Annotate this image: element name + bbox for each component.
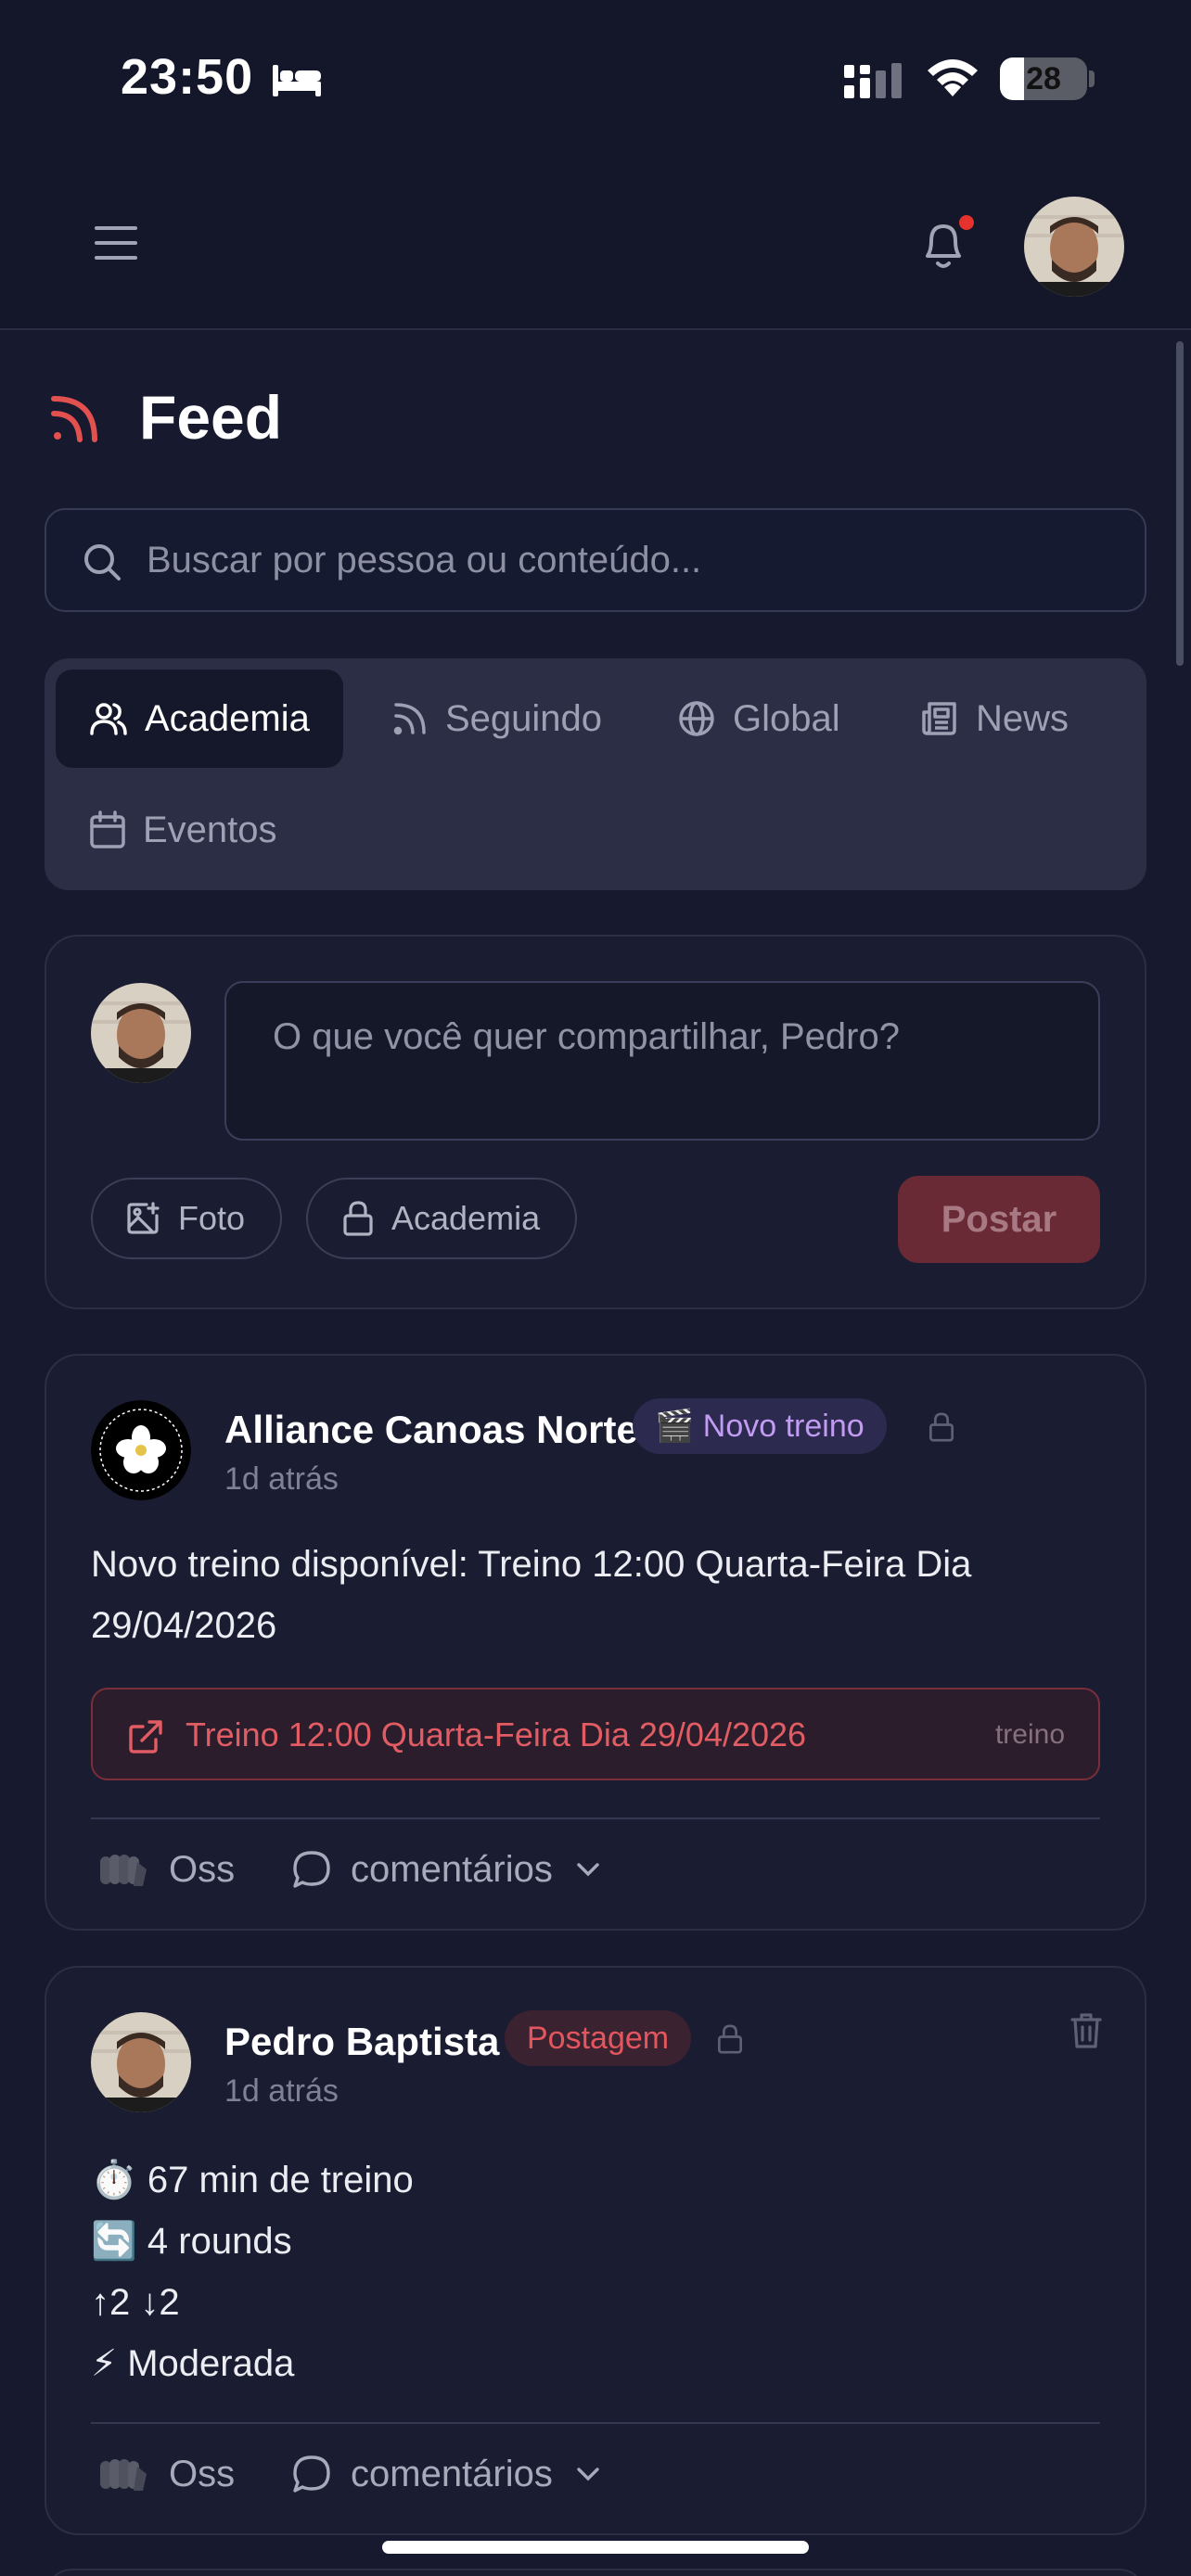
gym-logo-avatar[interactable] [91,1400,191,1500]
photo-label: Foto [178,1199,246,1237]
tab-global[interactable]: Global [677,670,840,768]
fist-icon [96,1849,150,1890]
chevron-down-icon [575,1861,601,1878]
comments-label: comentários [351,2453,553,2494]
app-header [0,148,1191,330]
search-input[interactable] [147,510,1111,610]
calendar-icon [89,810,126,849]
add-photo-button[interactable]: Foto [91,1178,283,1259]
oss-label: Oss [169,1848,236,1890]
menu-icon[interactable] [93,224,139,261]
rss-feed-icon [48,393,100,445]
oss-label: Oss [169,2453,236,2494]
page-scrollbar[interactable] [1176,341,1184,666]
globe-icon [677,699,716,738]
search-icon [82,542,122,582]
post-text-line: 🔄 4 rounds [91,2221,292,2262]
lock-icon [341,1200,375,1237]
tab-label: Eventos [143,809,277,850]
user-avatar[interactable] [1024,197,1124,297]
composer-avatar [91,983,191,1083]
comment-icon [291,2454,332,2494]
users-icon [89,699,128,738]
post-card: Alliance Canoas Norte 🎬 Novo treino 1d a… [45,1354,1146,1931]
delete-trash-icon[interactable] [1070,2012,1102,2049]
post-text-line: ↑2 ↓2 [91,2282,180,2323]
lock-icon [928,1411,955,1443]
post-text-line: ⚡ Moderada [91,2343,295,2384]
post-time: 1d atrás [224,1461,339,1497]
comments-button[interactable]: comentários [291,1836,601,1903]
post-author[interactable]: Alliance Canoas Norte [224,1408,638,1452]
divider [91,1817,1100,1819]
battery-cap [1089,70,1095,87]
home-indicator[interactable] [382,2541,809,2554]
visibility-selector[interactable]: Academia [306,1178,578,1259]
image-plus-icon [126,1201,161,1236]
tab-label: Academia [145,697,310,739]
status-bar: 23:50 28 [0,0,1191,148]
wifi-icon [924,57,981,98]
post-card: Pedro Baptista Postagem 1d atrás ⏱️ 67 m… [45,1966,1146,2535]
fist-icon [96,2454,150,2494]
comment-icon [291,1849,332,1890]
tab-eventos[interactable]: Eventos [89,781,277,879]
rss-icon [391,700,429,737]
visibility-label: Academia [391,1199,541,1237]
post-composer: Foto Academia Postar [45,935,1146,1309]
divider [91,2422,1100,2424]
comments-label: comentários [351,1848,553,1890]
oss-reaction-button[interactable]: Oss [96,2441,235,2507]
link-tag: treino [994,1719,1065,1750]
composer-textarea[interactable] [224,981,1100,1141]
author-avatar[interactable] [91,2012,191,2112]
external-link-icon [128,1719,163,1754]
feed-tabs: Academia Seguindo Global News Eventos [45,658,1146,890]
sleep-focus-icon [271,61,323,98]
page-title: Feed [139,383,283,452]
search-bar[interactable] [45,508,1146,612]
treino-link[interactable]: Treino 12:00 Quarta-Feira Dia 29/04/2026… [91,1688,1100,1780]
newspaper-icon [920,699,959,738]
chevron-down-icon [575,2466,601,2482]
cellular-signal-icon [842,61,907,100]
post-text: Novo treino disponível: Treino 12:00 Qua… [91,1534,971,1656]
comments-button[interactable]: comentários [291,2441,601,2507]
tab-label: Seguindo [445,697,603,739]
battery-indicator: 28 [1000,57,1087,100]
post-author[interactable]: Pedro Baptista [224,2020,499,2064]
tab-news[interactable]: News [920,670,1069,768]
tab-label: Global [733,697,840,739]
tab-seguindo[interactable]: Seguindo [391,670,602,768]
post-text-line: Novo treino disponível: Treino 12:00 Qua… [91,1544,972,1585]
lock-icon [716,2023,744,2055]
post-button[interactable]: Postar [898,1176,1100,1263]
oss-reaction-button[interactable]: Oss [96,1836,235,1903]
next-post-card-peek [45,2569,1146,2576]
battery-percent: 28 [1026,61,1061,96]
link-title: Treino 12:00 Quarta-Feira Dia 29/04/2026 [186,1715,807,1753]
post-text-line: 29/04/2026 [91,1605,277,1646]
post-type-badge: 🎬 Novo treino [633,1398,887,1454]
status-time: 23:50 [121,49,254,105]
notification-dot [959,215,974,230]
post-text: ⏱️ 67 min de treino 🔄 4 rounds ↑2 ↓2 ⚡ M… [91,2149,414,2394]
tab-academia[interactable]: Academia [56,670,343,768]
post-text-line: ⏱️ 67 min de treino [91,2160,414,2200]
post-type-badge: Postagem [505,2010,692,2066]
post-time: 1d atrás [224,2073,339,2109]
tab-label: News [976,697,1069,739]
